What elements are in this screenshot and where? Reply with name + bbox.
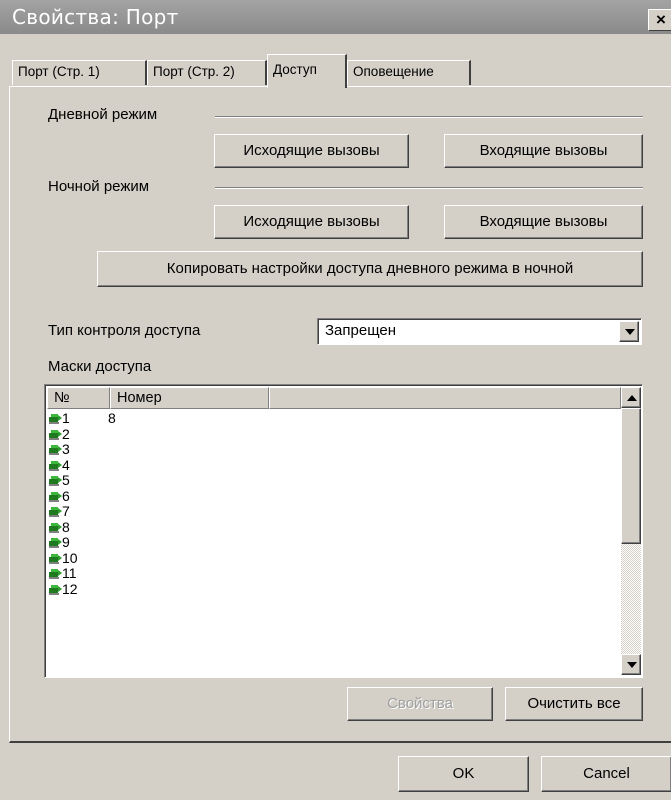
- tab-notification[interactable]: Оповещение: [347, 60, 471, 85]
- chevron-up-icon: [627, 395, 637, 401]
- scroll-down-button[interactable]: [621, 654, 641, 675]
- access-control-type-value: Запрещен: [325, 322, 397, 339]
- phone-line-icon: [49, 538, 62, 548]
- mask-index: 2: [62, 425, 70, 442]
- phone-line-icon: [49, 522, 62, 532]
- copy-day-to-night-button[interactable]: Копировать настройки доступа дневного ре…: [97, 251, 643, 287]
- column-header-number-index[interactable]: №: [47, 387, 110, 409]
- mask-index: 10: [62, 549, 78, 566]
- night-incoming-calls-button[interactable]: Входящие вызовы: [444, 205, 643, 239]
- chevron-down-icon: [625, 329, 635, 335]
- access-control-type-label: Тип контроля доступа: [48, 322, 201, 339]
- vertical-scrollbar[interactable]: [621, 387, 641, 675]
- window-title: Свойства: Порт: [12, 5, 179, 29]
- access-masks-list[interactable]: № Номер 1 8 2 3 4 5 6 7 8 9 10 11 12: [44, 384, 643, 678]
- day-mode-label: Дневной режим: [48, 106, 158, 123]
- mask-number: 8: [108, 410, 116, 426]
- night-mode-divider: [215, 187, 643, 189]
- phone-line-icon: [49, 476, 62, 486]
- scrollbar-thumb[interactable]: [621, 408, 641, 544]
- mask-index: 3: [62, 441, 70, 457]
- clear-all-button[interactable]: Очистить все: [505, 687, 643, 721]
- night-outgoing-calls-button[interactable]: Исходящие вызовы: [214, 205, 409, 239]
- night-mode-label: Ночной режим: [48, 178, 150, 195]
- day-outgoing-calls-button[interactable]: Исходящие вызовы: [214, 134, 409, 168]
- phone-line-icon: [49, 460, 62, 470]
- scroll-up-button[interactable]: [621, 387, 641, 408]
- phone-line-icon: [49, 553, 62, 563]
- column-header-number[interactable]: Номер: [110, 387, 269, 409]
- mask-index: 11: [62, 565, 77, 581]
- phone-line-icon: [49, 507, 62, 517]
- tab-access[interactable]: Доступ: [267, 54, 347, 88]
- access-masks-label: Маски доступа: [48, 358, 152, 375]
- phone-line-icon: [49, 491, 62, 501]
- ok-button[interactable]: OK: [398, 756, 529, 792]
- mask-index: 5: [62, 472, 70, 488]
- close-button[interactable]: ×: [648, 9, 671, 31]
- cancel-button[interactable]: Cancel: [541, 756, 671, 792]
- phone-line-icon: [49, 429, 62, 439]
- mask-index: 7: [62, 503, 70, 519]
- tab-port-page-2[interactable]: Порт (Стр. 2): [147, 60, 267, 85]
- column-header-empty: [269, 387, 621, 409]
- phone-line-icon: [49, 445, 62, 455]
- mask-index: 12: [62, 580, 78, 597]
- mask-index: 1: [62, 410, 70, 426]
- access-control-dropdown-button[interactable]: [619, 321, 639, 342]
- phone-line-icon: [49, 414, 62, 424]
- mask-index: 4: [62, 456, 70, 473]
- window-titlebar[interactable]: Свойства: Порт ×: [0, 0, 671, 34]
- phone-line-icon: [49, 569, 62, 579]
- day-incoming-calls-button[interactable]: Входящие вызовы: [444, 134, 643, 168]
- mask-index: 8: [62, 518, 70, 535]
- tab-port-page-1[interactable]: Порт (Стр. 1): [12, 60, 147, 85]
- close-icon: ×: [656, 10, 666, 29]
- access-control-type-select[interactable]: Запрещен: [317, 318, 642, 345]
- properties-button[interactable]: Свойства: [347, 687, 493, 721]
- mask-index: 6: [62, 487, 70, 504]
- day-mode-divider: [215, 116, 643, 118]
- mask-index: 9: [62, 534, 70, 550]
- chevron-down-icon: [627, 662, 637, 668]
- phone-line-icon: [49, 584, 62, 594]
